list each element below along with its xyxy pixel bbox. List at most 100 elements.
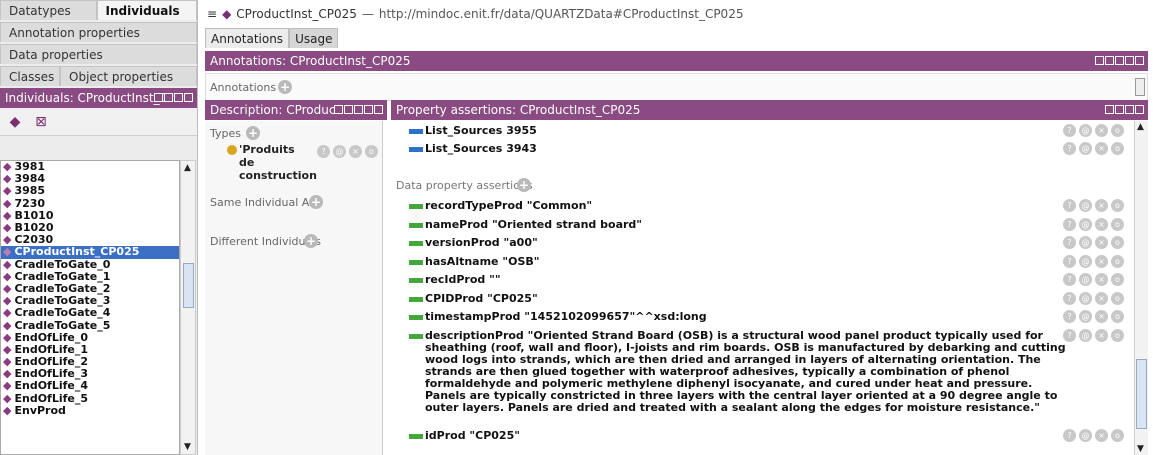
individual-item[interactable]: ◆ 7230 <box>1 197 179 210</box>
annotations-scroll[interactable] <box>1135 78 1145 96</box>
assertion-actions[interactable]: ? @ × o <box>1063 236 1124 249</box>
property-assertion-row[interactable]: versionProd "a00" <box>409 237 1069 249</box>
individual-label: CradleToGate_0 <box>14 257 111 271</box>
add-type-icon[interactable]: + <box>246 126 260 140</box>
annotations-body: Annotations + <box>205 73 1148 101</box>
property-assertion-row[interactable]: idProd "CP025" <box>409 428 1069 442</box>
types-label: Types <box>210 127 241 140</box>
add-annotation-icon[interactable]: + <box>278 80 292 94</box>
individual-item[interactable]: ◆ EndOfLife_4 <box>1 380 179 392</box>
same-individual-label: Same Individual As <box>210 196 316 209</box>
delete-individual-icon[interactable]: ⊠ <box>32 113 50 131</box>
property-name: CPIDProd <box>425 291 484 305</box>
type-actions[interactable]: ? @ × o <box>317 145 378 158</box>
individual-label: EndOfLife_5 <box>14 391 89 405</box>
description-title: Description: CProduct <box>205 100 387 120</box>
data-property-icon <box>409 278 423 283</box>
individual-item[interactable]: ◆ EndOfLife_0 <box>1 330 179 344</box>
entity-header: ≡ ◆ CProductInst_CP025 — http://mindoc.e… <box>203 0 1153 28</box>
individual-label: CProductInst_CP025 <box>14 245 140 259</box>
assertion-actions[interactable]: ? @ × o <box>1063 142 1124 155</box>
individual-diamond-icon: ◆ <box>3 221 12 235</box>
add-individual-icon[interactable]: ◆ <box>6 113 24 131</box>
scroll-down-icon[interactable]: ▼ <box>184 442 191 452</box>
individual-item[interactable]: ◆ CradleToGate_5 <box>1 319 179 331</box>
individual-label: 3981 <box>14 160 46 174</box>
tab-object-properties[interactable]: Object properties <box>60 66 197 86</box>
scroll-up-icon[interactable]: ▲ <box>184 163 191 173</box>
property-assertion-row[interactable]: List_Sources 3955 <box>409 125 1069 137</box>
property-assertion-row[interactable]: recIdProd "" <box>409 274 1069 286</box>
data-property-icon <box>409 296 423 302</box>
tab-datatypes[interactable]: Datatypes <box>0 0 97 20</box>
prop-scroll-thumb[interactable] <box>1136 359 1147 429</box>
content-tabs: Annotations Usage <box>205 28 339 48</box>
property-value: "Common" <box>526 199 593 212</box>
individual-label: EndOfLife_0 <box>14 330 89 344</box>
assertion-actions[interactable]: ? @ × o <box>1063 124 1124 137</box>
add-different-individual-icon[interactable]: + <box>304 234 318 248</box>
annotations-window-buttons[interactable] <box>1095 56 1144 65</box>
property-assertion-row[interactable]: List_Sources 3943 <box>409 143 1069 155</box>
assertion-actions[interactable]: ? @ × o <box>1063 273 1124 286</box>
tab-data-properties[interactable]: Data properties <box>0 44 197 64</box>
property-assertion-row[interactable]: CPIDProd "CP025" <box>409 291 1069 305</box>
data-property-icon <box>409 222 423 228</box>
assertion-actions[interactable]: ? @ × o <box>1063 428 1124 442</box>
scroll-thumb[interactable] <box>183 263 194 308</box>
individual-diamond-icon: ◆ <box>3 257 12 271</box>
assertion-actions[interactable]: ? @ × o <box>1063 310 1124 323</box>
property-name: idProd <box>425 428 466 442</box>
individual-item[interactable]: ◆ EndOfLife_5 <box>1 391 179 405</box>
individual-diamond-icon: ◆ <box>3 391 12 405</box>
tab-classes[interactable]: Classes <box>0 66 60 86</box>
property-assertions-title: Property assertions: CProductInst_CP025 <box>391 100 1148 120</box>
annotations-title: Annotations: CProductInst_CP025 <box>205 51 1148 71</box>
individual-item[interactable]: ◆ EnvProd <box>1 404 179 417</box>
individual-diamond-icon: ◆ <box>3 342 12 356</box>
individual-label: 3985 <box>14 184 46 198</box>
individual-diamond-icon: ◆ <box>3 318 12 332</box>
assertion-actions[interactable]: ? @ × o <box>1063 254 1124 268</box>
individual-diamond-icon: ◆ <box>3 269 12 283</box>
individual-diamond-icon: ◆ <box>3 379 12 393</box>
property-window-buttons[interactable] <box>1105 105 1144 114</box>
tab-usage[interactable]: Usage <box>289 28 339 48</box>
assertion-actions[interactable]: ? @ × o <box>1063 328 1124 342</box>
tab-annotations[interactable]: Annotations <box>205 28 290 48</box>
assertion-text: descriptionProd "Oriented Strand Board (… <box>425 329 1069 414</box>
individual-item[interactable]: ◆ CradleToGate_4 <box>1 307 179 319</box>
property-value: "a00" <box>503 236 538 249</box>
individual-item[interactable]: ◆ CradleToGate_0 <box>1 257 179 271</box>
tab-individuals[interactable]: Individuals <box>96 0 197 20</box>
individual-label: B1010 <box>14 208 54 222</box>
property-assertion-row[interactable]: nameProd "Oriented strand board" <box>409 218 1069 231</box>
individual-diamond-icon: ◆ <box>3 208 12 222</box>
prop-scroll-down-icon[interactable]: ▼ <box>1137 444 1144 454</box>
property-assertion-row[interactable]: hasAltname "OSB" <box>409 254 1069 268</box>
property-scrollbar[interactable]: ▲ ▼ <box>1134 121 1148 455</box>
assertion-actions[interactable]: ? @ × o <box>1063 217 1124 231</box>
individual-item[interactable]: ◆ CProductInst_CP025 <box>1 245 179 259</box>
tab-annotation-properties[interactable]: Annotation properties <box>0 22 197 42</box>
individual-item[interactable]: ◆ 3985 <box>1 185 179 197</box>
menu-icon[interactable]: ≡ <box>207 7 217 21</box>
property-assertion-row[interactable]: descriptionProd "Oriented Strand Board (… <box>409 329 1069 414</box>
assertion-actions[interactable]: ? @ × o <box>1063 199 1124 212</box>
add-same-individual-icon[interactable]: + <box>309 195 323 209</box>
individuals-scrollbar[interactable]: ▲ ▼ <box>180 160 196 455</box>
individual-label: C2030 <box>14 233 54 247</box>
panel-window-buttons[interactable] <box>154 93 193 102</box>
property-value: 3955 <box>506 124 537 137</box>
property-title-text: Property assertions: CProductInst_CP025 <box>396 103 641 117</box>
assertion-actions[interactable]: ? @ × o <box>1063 291 1124 305</box>
property-name: hasAltname <box>425 254 499 268</box>
individuals-list[interactable]: ◆ 3981 ◆ 3984 ◆ 3985 ◆ 7230 ◆ B1010 ◆ B1020 ◆ C2030 ◆ C… <box>0 160 180 455</box>
prop-scroll-up-icon[interactable]: ▲ <box>1137 122 1144 132</box>
property-assertion-row[interactable]: timestampProd "1452102099657"^^xsd:long <box>409 311 1069 323</box>
add-data-assertion-icon[interactable]: + <box>517 178 531 192</box>
property-assertion-row[interactable]: recordTypeProd "Common" <box>409 200 1069 212</box>
object-property-icon <box>409 147 423 152</box>
individual-diamond-icon: ◆ <box>3 184 12 198</box>
description-window-buttons[interactable] <box>334 105 383 114</box>
